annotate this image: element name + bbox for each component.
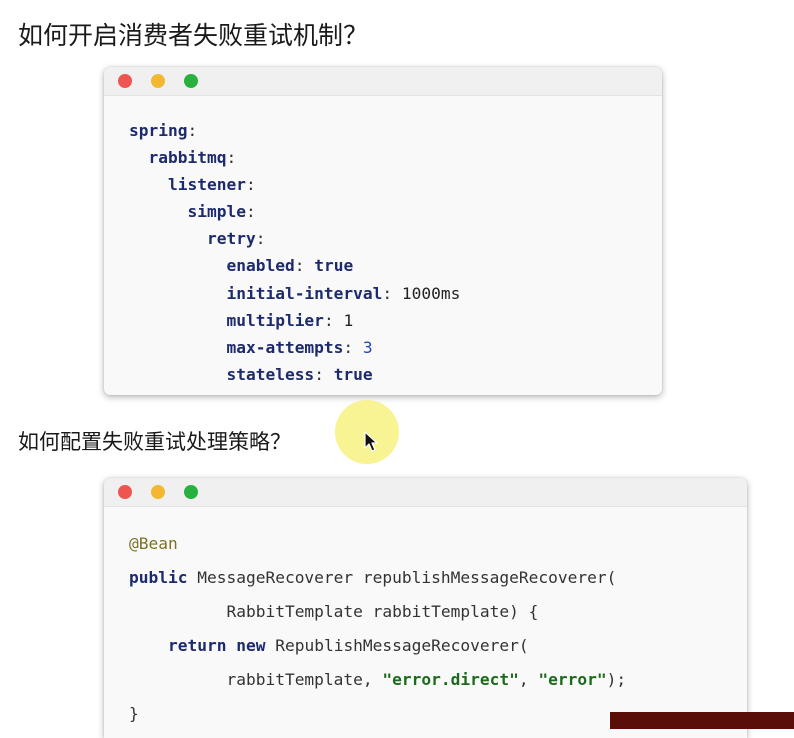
yaml-key: simple — [187, 202, 246, 222]
yaml-value: 1 — [343, 310, 354, 330]
java-type: MessageRecoverer — [197, 567, 354, 587]
java-parameter: RabbitTemplate rabbitTemplate) { — [226, 601, 539, 621]
yaml-key: stateless — [226, 364, 315, 384]
yaml-key: rabbitmq — [148, 148, 227, 168]
yaml-value: 1000ms — [401, 283, 461, 303]
yaml-key: max-attempts — [226, 337, 344, 357]
yaml-code-window: spring: rabbitmq: listener: simple: retr… — [104, 67, 662, 395]
java-code-window: @Bean public MessageRecoverer republishM… — [104, 478, 747, 738]
zoom-dot-icon[interactable] — [184, 485, 198, 499]
java-statement-end: ); — [606, 669, 627, 689]
yaml-key: listener — [167, 175, 246, 195]
pointer-cursor-icon — [364, 431, 378, 452]
close-dot-icon[interactable] — [118, 485, 132, 499]
yaml-code-block: spring: rabbitmq: listener: simple: retr… — [129, 121, 461, 384]
yaml-value: true — [314, 256, 354, 276]
java-string: "error" — [538, 669, 607, 689]
window-titlebar — [104, 478, 747, 507]
java-keyword: public — [129, 567, 188, 587]
yaml-key: enabled — [226, 256, 295, 276]
minimize-dot-icon[interactable] — [151, 74, 165, 88]
close-dot-icon[interactable] — [118, 74, 132, 88]
corner-video-overlay — [610, 712, 794, 729]
java-method-signature: republishMessageRecoverer( — [362, 567, 617, 587]
java-constructor-call: RepublishMessageRecoverer( — [275, 635, 529, 655]
java-close-brace: } — [129, 703, 139, 723]
java-code-block: @Bean public MessageRecoverer republishM… — [129, 527, 626, 730]
java-keyword: return — [167, 635, 227, 655]
java-annotation: @Bean — [129, 534, 178, 553]
zoom-dot-icon[interactable] — [184, 74, 198, 88]
java-argument: rabbitTemplate, — [226, 669, 373, 689]
window-titlebar — [104, 67, 662, 96]
yaml-key: spring — [129, 121, 188, 140]
yaml-key: initial-interval — [226, 283, 383, 303]
java-string: "error.direct" — [382, 669, 519, 689]
java-separator: , — [518, 669, 529, 689]
page-title: 如何开启消费者失败重试机制？ — [18, 21, 369, 50]
section-title: 如何配置失败重试处理策略？ — [18, 430, 291, 454]
yaml-value: true — [333, 364, 373, 384]
yaml-key: multiplier — [226, 310, 324, 330]
minimize-dot-icon[interactable] — [151, 485, 165, 499]
yaml-value: 3 — [362, 337, 373, 357]
yaml-key: retry — [206, 229, 256, 249]
java-keyword: new — [236, 635, 266, 655]
